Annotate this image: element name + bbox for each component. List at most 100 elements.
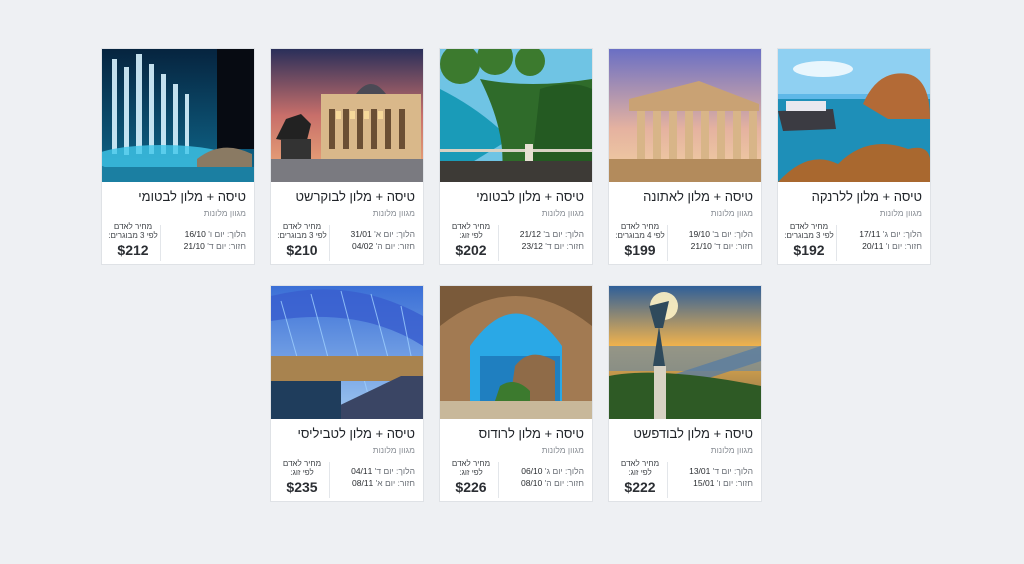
outbound-label: הלוך: יום ו' — [208, 229, 246, 239]
outbound-label: הלוך: יום ג' — [882, 229, 922, 239]
price-box: מחיר לאדם לפי זוג: $222 — [615, 459, 665, 495]
deal-subtitle: מגוון מלונות — [541, 208, 584, 218]
price: $199 — [624, 242, 656, 258]
deal-card-bucharest[interactable]: טיסה + מלון לבוקרשט מגוון מלונות הלוך: י… — [270, 48, 424, 265]
coast-photo[interactable] — [440, 49, 592, 182]
return-date: 20/11 — [862, 241, 884, 251]
return-date: 04/02 — [351, 241, 374, 251]
deals-grid: טיסה + מלון לבטומי מגוון מלונות הלוך: יו… — [0, 0, 1024, 564]
divider — [667, 225, 668, 261]
outbound-label: הלוך: יום ד' — [374, 466, 415, 476]
divider — [836, 225, 837, 261]
divider — [329, 225, 330, 261]
price-label: מחיר לאדם לפי זוג: — [620, 459, 660, 477]
deal-subtitle: מגוון מלונות — [710, 208, 753, 218]
deal-card-larnaca[interactable]: טיסה + מלון ללרנקה מגוון מלונות הלוך: יו… — [777, 48, 931, 265]
deal-dates: הלוך: יום ד' 04/11 חזור: יום א' 08/11 — [337, 465, 415, 489]
deal-title[interactable]: טיסה + מלון לטביליסי — [275, 426, 415, 441]
return-date: 21/10 — [183, 241, 205, 251]
deal-title[interactable]: טיסה + מלון ללרנקה — [782, 189, 922, 204]
deal-dates: הלוך: יום ו' 16/10 חזור: יום ד' 21/10 — [168, 228, 246, 252]
return-label: חזור: יום ו' — [885, 241, 922, 251]
price-label: מחיר לאדם לפי 4 מבוגרים: — [615, 222, 665, 240]
return-label: חזור: יום ה' — [375, 241, 415, 251]
outbound-label: הלוך: יום ב' — [712, 229, 753, 239]
deal-card-athens[interactable]: טיסה + מלון לאתונה מגוון מלונות הלוך: יו… — [608, 48, 762, 265]
price: $222 — [624, 479, 656, 495]
bridge-photo[interactable] — [271, 286, 423, 419]
return-date: 21/10 — [690, 241, 712, 251]
arch-photo[interactable] — [440, 286, 592, 419]
divider — [160, 225, 161, 261]
price-label: מחיר לאדם לפי זוג: — [282, 459, 322, 477]
return-label: חזור: יום ד' — [207, 241, 246, 251]
deal-title[interactable]: טיסה + מלון לבטומי — [444, 189, 584, 204]
outbound-date: 16/10 — [184, 229, 206, 239]
deal-title[interactable]: טיסה + מלון לבוקרשט — [275, 189, 415, 204]
palace-photo[interactable] — [271, 49, 423, 182]
deal-title[interactable]: טיסה + מלון לרודוס — [444, 426, 584, 441]
price-label: מחיר לאדם לפי 3 מבוגרים: — [784, 222, 834, 240]
divider — [498, 462, 499, 498]
return-label: חזור: יום ה' — [544, 478, 584, 488]
deal-title[interactable]: טיסה + מלון לבטומי — [106, 189, 246, 204]
deal-subtitle: מגוון מלונות — [372, 208, 415, 218]
outbound-date: 21/12 — [519, 229, 541, 239]
price: $210 — [286, 242, 318, 258]
deal-dates: הלוך: יום ג' 17/11 חזור: יום ו' 20/11 — [844, 228, 922, 252]
price: $212 — [117, 242, 149, 258]
price-label: מחיר לאדם לפי 3 מבוגרים: — [277, 222, 327, 240]
outbound-date: 13/01 — [689, 466, 711, 476]
outbound-label: הלוך: יום א' — [374, 229, 415, 239]
price-box: מחיר לאדם לפי 3 מבוגרים: $212 — [108, 222, 158, 258]
deal-subtitle: מגוון מלונות — [203, 208, 246, 218]
deal-card-batumi-coast[interactable]: טיסה + מלון לבטומי מגוון מלונות הלוך: יו… — [439, 48, 593, 265]
price: $202 — [455, 242, 487, 258]
deal-dates: הלוך: יום א' 31/01 חזור: יום ה' 04/02 — [337, 228, 415, 252]
outbound-date: 31/01 — [350, 229, 372, 239]
price-box: מחיר לאדם לפי זוג: $202 — [446, 222, 496, 258]
price-label: מחיר לאדם לפי זוג: — [451, 459, 491, 477]
outbound-date: 06/10 — [521, 466, 543, 476]
deal-dates: הלוך: יום ד' 13/01 חזור: יום ו' 15/01 — [675, 465, 753, 489]
deal-card-budapest[interactable]: טיסה + מלון לבודפשט מגוון מלונות הלוך: י… — [608, 285, 762, 502]
deal-card-batumi[interactable]: טיסה + מלון לבטומי מגוון מלונות הלוך: יו… — [101, 48, 255, 265]
price-box: מחיר לאדם לפי זוג: $235 — [277, 459, 327, 495]
price-box: מחיר לאדם לפי 3 מבוגרים: $192 — [784, 222, 834, 258]
price: $235 — [286, 479, 318, 495]
outbound-label: הלוך: יום ב' — [543, 229, 584, 239]
deal-title[interactable]: טיסה + מלון לבודפשט — [613, 426, 753, 441]
price-box: מחיר לאדם לפי זוג: $226 — [446, 459, 496, 495]
return-date: 23/12 — [521, 241, 543, 251]
return-label: חזור: יום ד' — [545, 241, 584, 251]
outbound-date: 19/10 — [688, 229, 710, 239]
parthenon-photo[interactable] — [609, 49, 761, 182]
statue-photo[interactable] — [609, 286, 761, 419]
divider — [498, 225, 499, 261]
deal-card-rhodes[interactable]: טיסה + מלון לרודוס מגוון מלונות הלוך: יו… — [439, 285, 593, 502]
outbound-date: 04/11 — [351, 466, 373, 476]
divider — [329, 462, 330, 498]
deal-dates: הלוך: יום ג' 06/10 חזור: יום ה' 08/10 — [506, 465, 584, 489]
deal-card-tbilisi[interactable]: טיסה + מלון לטביליסי מגוון מלונות הלוך: … — [270, 285, 424, 502]
deal-subtitle: מגוון מלונות — [541, 445, 584, 455]
return-date: 15/01 — [693, 478, 715, 488]
outbound-label: הלוך: יום ג' — [544, 466, 584, 476]
deal-dates: הלוך: יום ב' 19/10 חזור: יום ד' 21/10 — [675, 228, 753, 252]
price: $226 — [455, 479, 487, 495]
price-label: מחיר לאדם לפי זוג: — [451, 222, 491, 240]
deal-title[interactable]: טיסה + מלון לאתונה — [613, 189, 753, 204]
price-box: מחיר לאדם לפי 3 מבוגרים: $210 — [277, 222, 327, 258]
return-label: חזור: יום א' — [375, 478, 415, 488]
deal-subtitle: מגוון מלונות — [879, 208, 922, 218]
deal-dates: הלוך: יום ב' 21/12 חזור: יום ד' 23/12 — [506, 228, 584, 252]
return-date: 08/10 — [520, 478, 543, 488]
price-label: מחיר לאדם לפי 3 מבוגרים: — [108, 222, 158, 240]
deal-subtitle: מגוון מלונות — [372, 445, 415, 455]
fountain-photo[interactable] — [102, 49, 254, 182]
boat-rocks-photo[interactable] — [778, 49, 930, 182]
return-date: 08/11 — [352, 478, 374, 488]
outbound-label: הלוך: יום ד' — [712, 466, 753, 476]
divider — [667, 462, 668, 498]
price-box: מחיר לאדם לפי 4 מבוגרים: $199 — [615, 222, 665, 258]
